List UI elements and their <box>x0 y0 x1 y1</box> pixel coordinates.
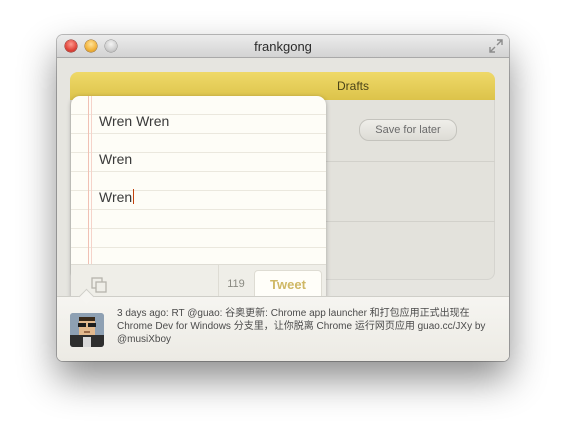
divider <box>326 221 495 222</box>
compose-line: Wren <box>99 151 133 167</box>
main-content: Drafts Save for later Wren Wren Wren Wre… <box>57 58 509 304</box>
compose-line-text: Wren <box>99 189 133 205</box>
tab-drafts[interactable]: Drafts <box>337 79 369 93</box>
compose-line: Wren Wren <box>99 113 170 129</box>
text-caret <box>133 189 135 204</box>
title-bar: frankgong <box>57 35 509 58</box>
compose-card: Wren Wren Wren Wren 119 Tweet <box>71 96 326 304</box>
character-count: 119 <box>227 278 245 290</box>
window-title: frankgong <box>254 39 312 54</box>
copy-icon[interactable] <box>91 277 107 293</box>
divider <box>326 161 495 162</box>
status-footer: 3 days ago: RT @guao: 谷奥更新: Chrome app l… <box>57 288 509 361</box>
paper-margin-line <box>91 96 92 264</box>
paper-margin-line <box>88 96 89 264</box>
app-window: frankgong Drafts Save for later Wren Wre… <box>57 35 509 361</box>
compose-line-current: Wren <box>99 189 135 205</box>
save-for-later-button[interactable]: Save for later <box>359 119 457 141</box>
avatar[interactable] <box>70 313 104 347</box>
latest-status-text[interactable]: 3 days ago: RT @guao: 谷奥更新: Chrome app l… <box>117 307 497 346</box>
fullscreen-icon[interactable] <box>489 39 503 56</box>
